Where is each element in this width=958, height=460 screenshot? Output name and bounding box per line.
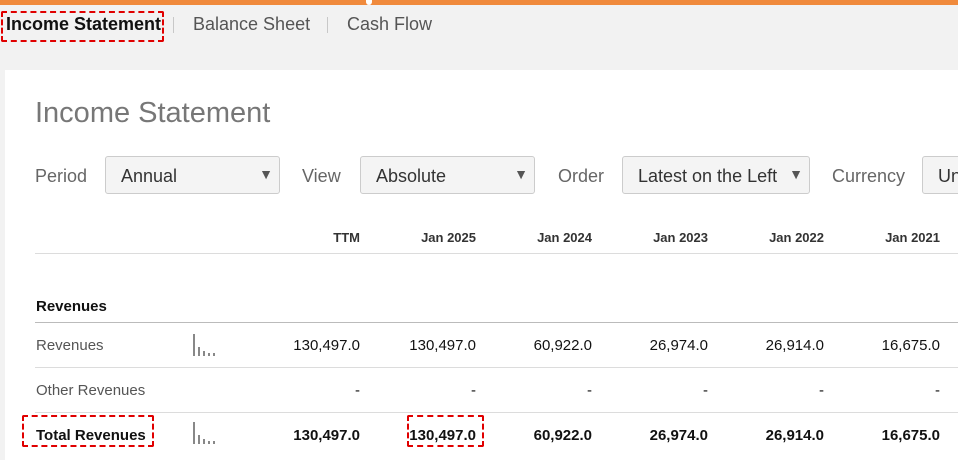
currency-label: Currency	[832, 166, 906, 186]
section-title-revenues: Revenues	[36, 298, 107, 315]
tab-income-statement[interactable]: Income Statement	[6, 14, 161, 35]
cell-value: -	[935, 382, 940, 399]
column-header-jan-2022: Jan 2022	[769, 230, 824, 245]
cell-value: 26,914.0	[765, 337, 824, 354]
column-header-jan-2025: Jan 2025	[421, 230, 476, 245]
period-label: Period	[35, 166, 88, 186]
cell-value: 26,974.0	[649, 337, 708, 354]
period-select[interactable]: Annual ▼	[105, 156, 280, 194]
column-header-jan-2024: Jan 2024	[537, 230, 592, 245]
cell-value: 130,497.0	[409, 427, 476, 444]
tab-separator	[327, 17, 328, 33]
row-label-other-revenues: Other Revenues	[36, 382, 146, 399]
column-header-jan-2021: Jan 2021	[885, 230, 940, 245]
page-title: Income Statement	[35, 97, 271, 129]
cell-value: 130,497.0	[293, 427, 360, 444]
cell-value: -	[471, 382, 476, 399]
bar-chart-icon[interactable]	[193, 422, 217, 444]
tab-balance-sheet[interactable]: Balance Sheet	[193, 14, 310, 35]
cell-value: -	[587, 382, 592, 399]
order-select-value: Latest on the Left	[638, 166, 778, 186]
statement-tabs: Income Statement Balance Sheet Cash Flow	[0, 0, 958, 52]
cell-value: -	[819, 382, 824, 399]
cell-value: 16,675.0	[881, 427, 940, 444]
row-label-revenues: Revenues	[36, 337, 104, 354]
tab-cash-flow[interactable]: Cash Flow	[347, 14, 432, 35]
row-divider	[35, 367, 958, 368]
cell-value: 26,914.0	[765, 427, 824, 444]
currency-select[interactable]: Un	[922, 156, 958, 194]
column-header-ttm: TTM	[333, 230, 360, 245]
cell-value: 16,675.0	[881, 337, 940, 354]
cell-value: 130,497.0	[293, 337, 360, 354]
period-select-value: Annual	[121, 166, 178, 186]
row-label-total-revenues: Total Revenues	[36, 427, 146, 444]
section-divider	[35, 322, 958, 323]
order-label: Order	[558, 166, 605, 186]
row-divider	[35, 412, 958, 413]
caret-down-icon: ▼	[514, 166, 528, 182]
view-select-value: Absolute	[376, 166, 447, 186]
order-select[interactable]: Latest on the Left ▼	[622, 156, 810, 194]
cell-value: -	[355, 382, 360, 399]
cell-value: 60,922.0	[533, 427, 592, 444]
column-header-jan-2023: Jan 2023	[653, 230, 708, 245]
cell-value: 130,497.0	[409, 337, 476, 354]
cell-value: -	[703, 382, 708, 399]
cell-value: 60,922.0	[533, 337, 592, 354]
caret-down-icon: ▼	[259, 166, 273, 182]
cell-value: 26,974.0	[649, 427, 708, 444]
view-label: View	[302, 166, 341, 186]
view-select[interactable]: Absolute ▼	[360, 156, 535, 194]
header-divider	[35, 253, 958, 254]
caret-down-icon: ▼	[789, 166, 803, 182]
bar-chart-icon[interactable]	[193, 334, 217, 356]
tab-separator	[173, 17, 174, 33]
currency-select-value: Un	[938, 166, 958, 186]
